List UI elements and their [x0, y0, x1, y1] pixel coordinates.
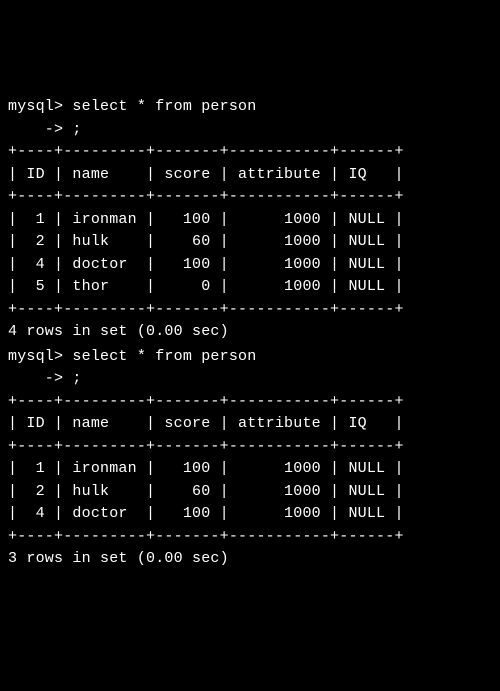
table-row: | 2 | hulk | 60 | 1000 | NULL | — [8, 481, 492, 504]
query-block: mysql> select * from person -> ;+----+--… — [8, 346, 492, 571]
result-summary: 4 rows in set (0.00 sec) — [8, 321, 492, 344]
table-row: | 4 | doctor | 100 | 1000 | NULL | — [8, 503, 492, 526]
table-border: +----+---------+-------+-----------+----… — [8, 299, 492, 322]
table-row: | 4 | doctor | 100 | 1000 | NULL | — [8, 254, 492, 277]
table-row: | 1 | ironman | 100 | 1000 | NULL | — [8, 209, 492, 232]
mysql-prompt-line: mysql> select * from person — [8, 346, 492, 369]
table-header: | ID | name | score | attribute | IQ | — [8, 164, 492, 187]
table-header: | ID | name | score | attribute | IQ | — [8, 413, 492, 436]
table-border: +----+---------+-------+-----------+----… — [8, 436, 492, 459]
query-block: mysql> select * from person -> ;+----+--… — [8, 96, 492, 344]
mysql-terminal[interactable]: mysql> select * from person -> ;+----+--… — [8, 96, 492, 571]
table-border: +----+---------+-------+-----------+----… — [8, 141, 492, 164]
table-row: | 1 | ironman | 100 | 1000 | NULL | — [8, 458, 492, 481]
table-row: | 2 | hulk | 60 | 1000 | NULL | — [8, 231, 492, 254]
mysql-prompt-line: mysql> select * from person — [8, 96, 492, 119]
mysql-continuation-line: -> ; — [8, 119, 492, 142]
result-summary: 3 rows in set (0.00 sec) — [8, 548, 492, 571]
table-border: +----+---------+-------+-----------+----… — [8, 526, 492, 549]
table-row: | 5 | thor | 0 | 1000 | NULL | — [8, 276, 492, 299]
table-border: +----+---------+-------+-----------+----… — [8, 391, 492, 414]
mysql-continuation-line: -> ; — [8, 368, 492, 391]
table-border: +----+---------+-------+-----------+----… — [8, 186, 492, 209]
